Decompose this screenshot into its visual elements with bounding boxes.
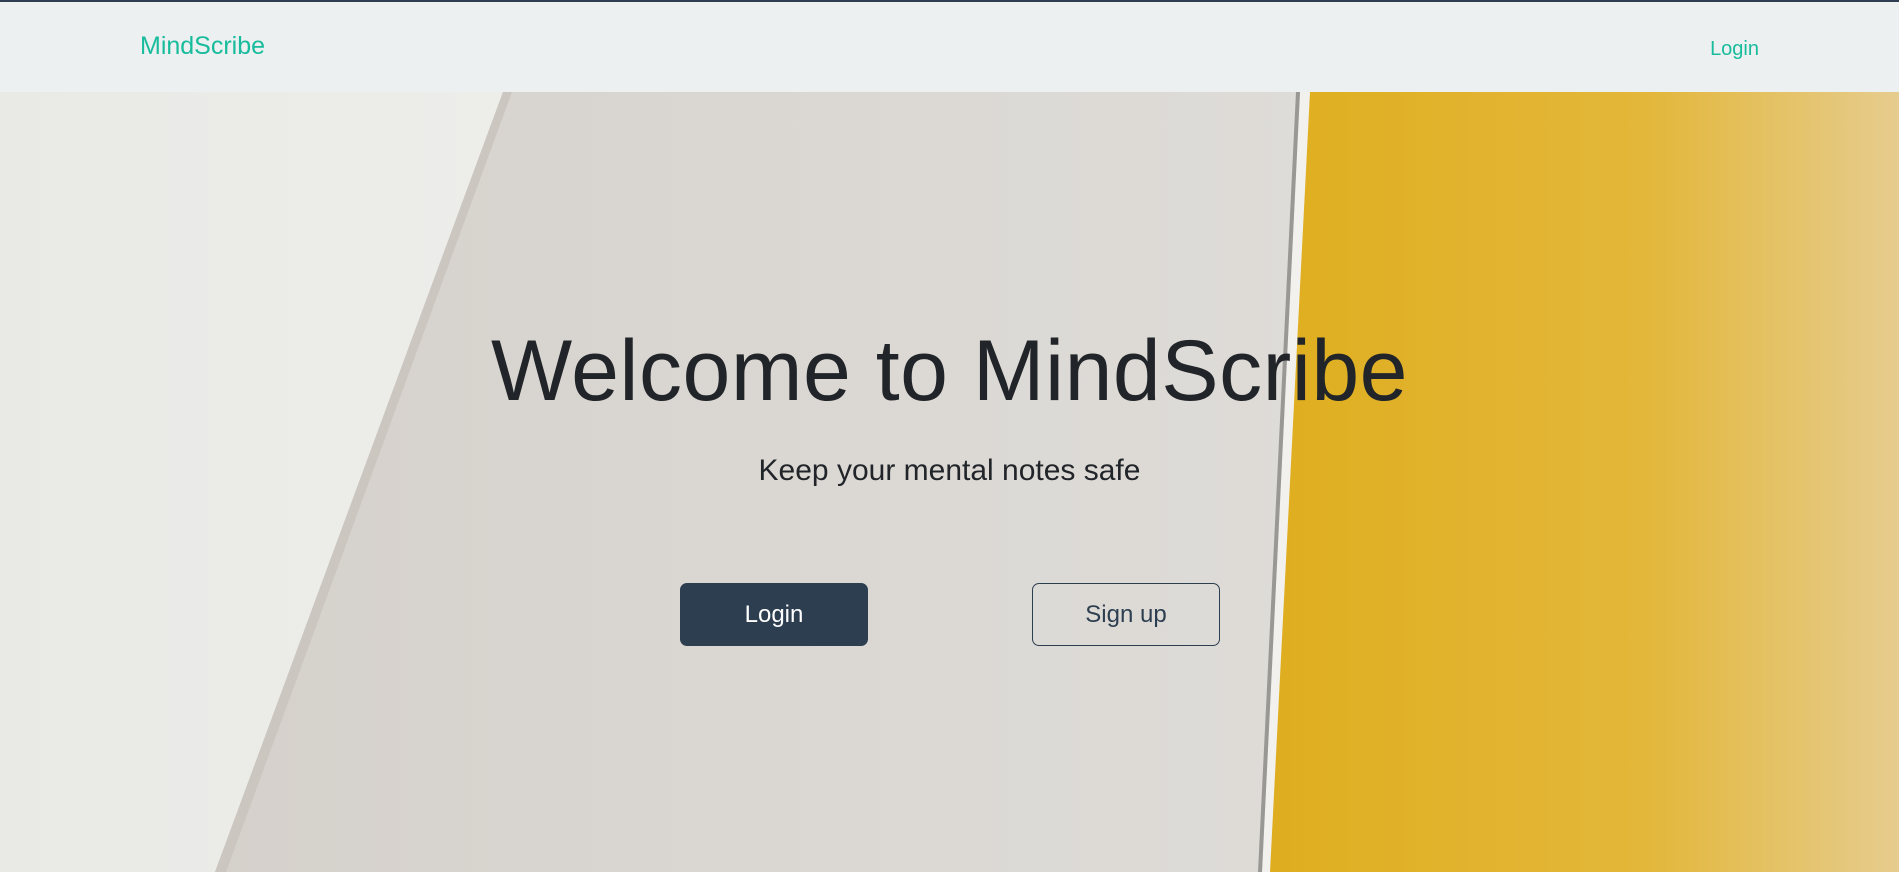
top-navbar: MindScribe Login bbox=[0, 0, 1899, 92]
signup-button[interactable]: Sign up bbox=[1032, 583, 1220, 646]
nav-login-link[interactable]: Login bbox=[1710, 38, 1759, 61]
brand-logo-link[interactable]: MindScribe bbox=[140, 32, 265, 61]
page: MindScribe Login Welcome to MindScribe K… bbox=[0, 0, 1899, 872]
login-button[interactable]: Login bbox=[680, 583, 868, 646]
hero-title: Welcome to MindScribe bbox=[490, 323, 1409, 419]
hero-subtitle: Keep your mental notes safe bbox=[758, 454, 1141, 487]
hero-section: Welcome to MindScribe Keep your mental n… bbox=[0, 92, 1899, 872]
